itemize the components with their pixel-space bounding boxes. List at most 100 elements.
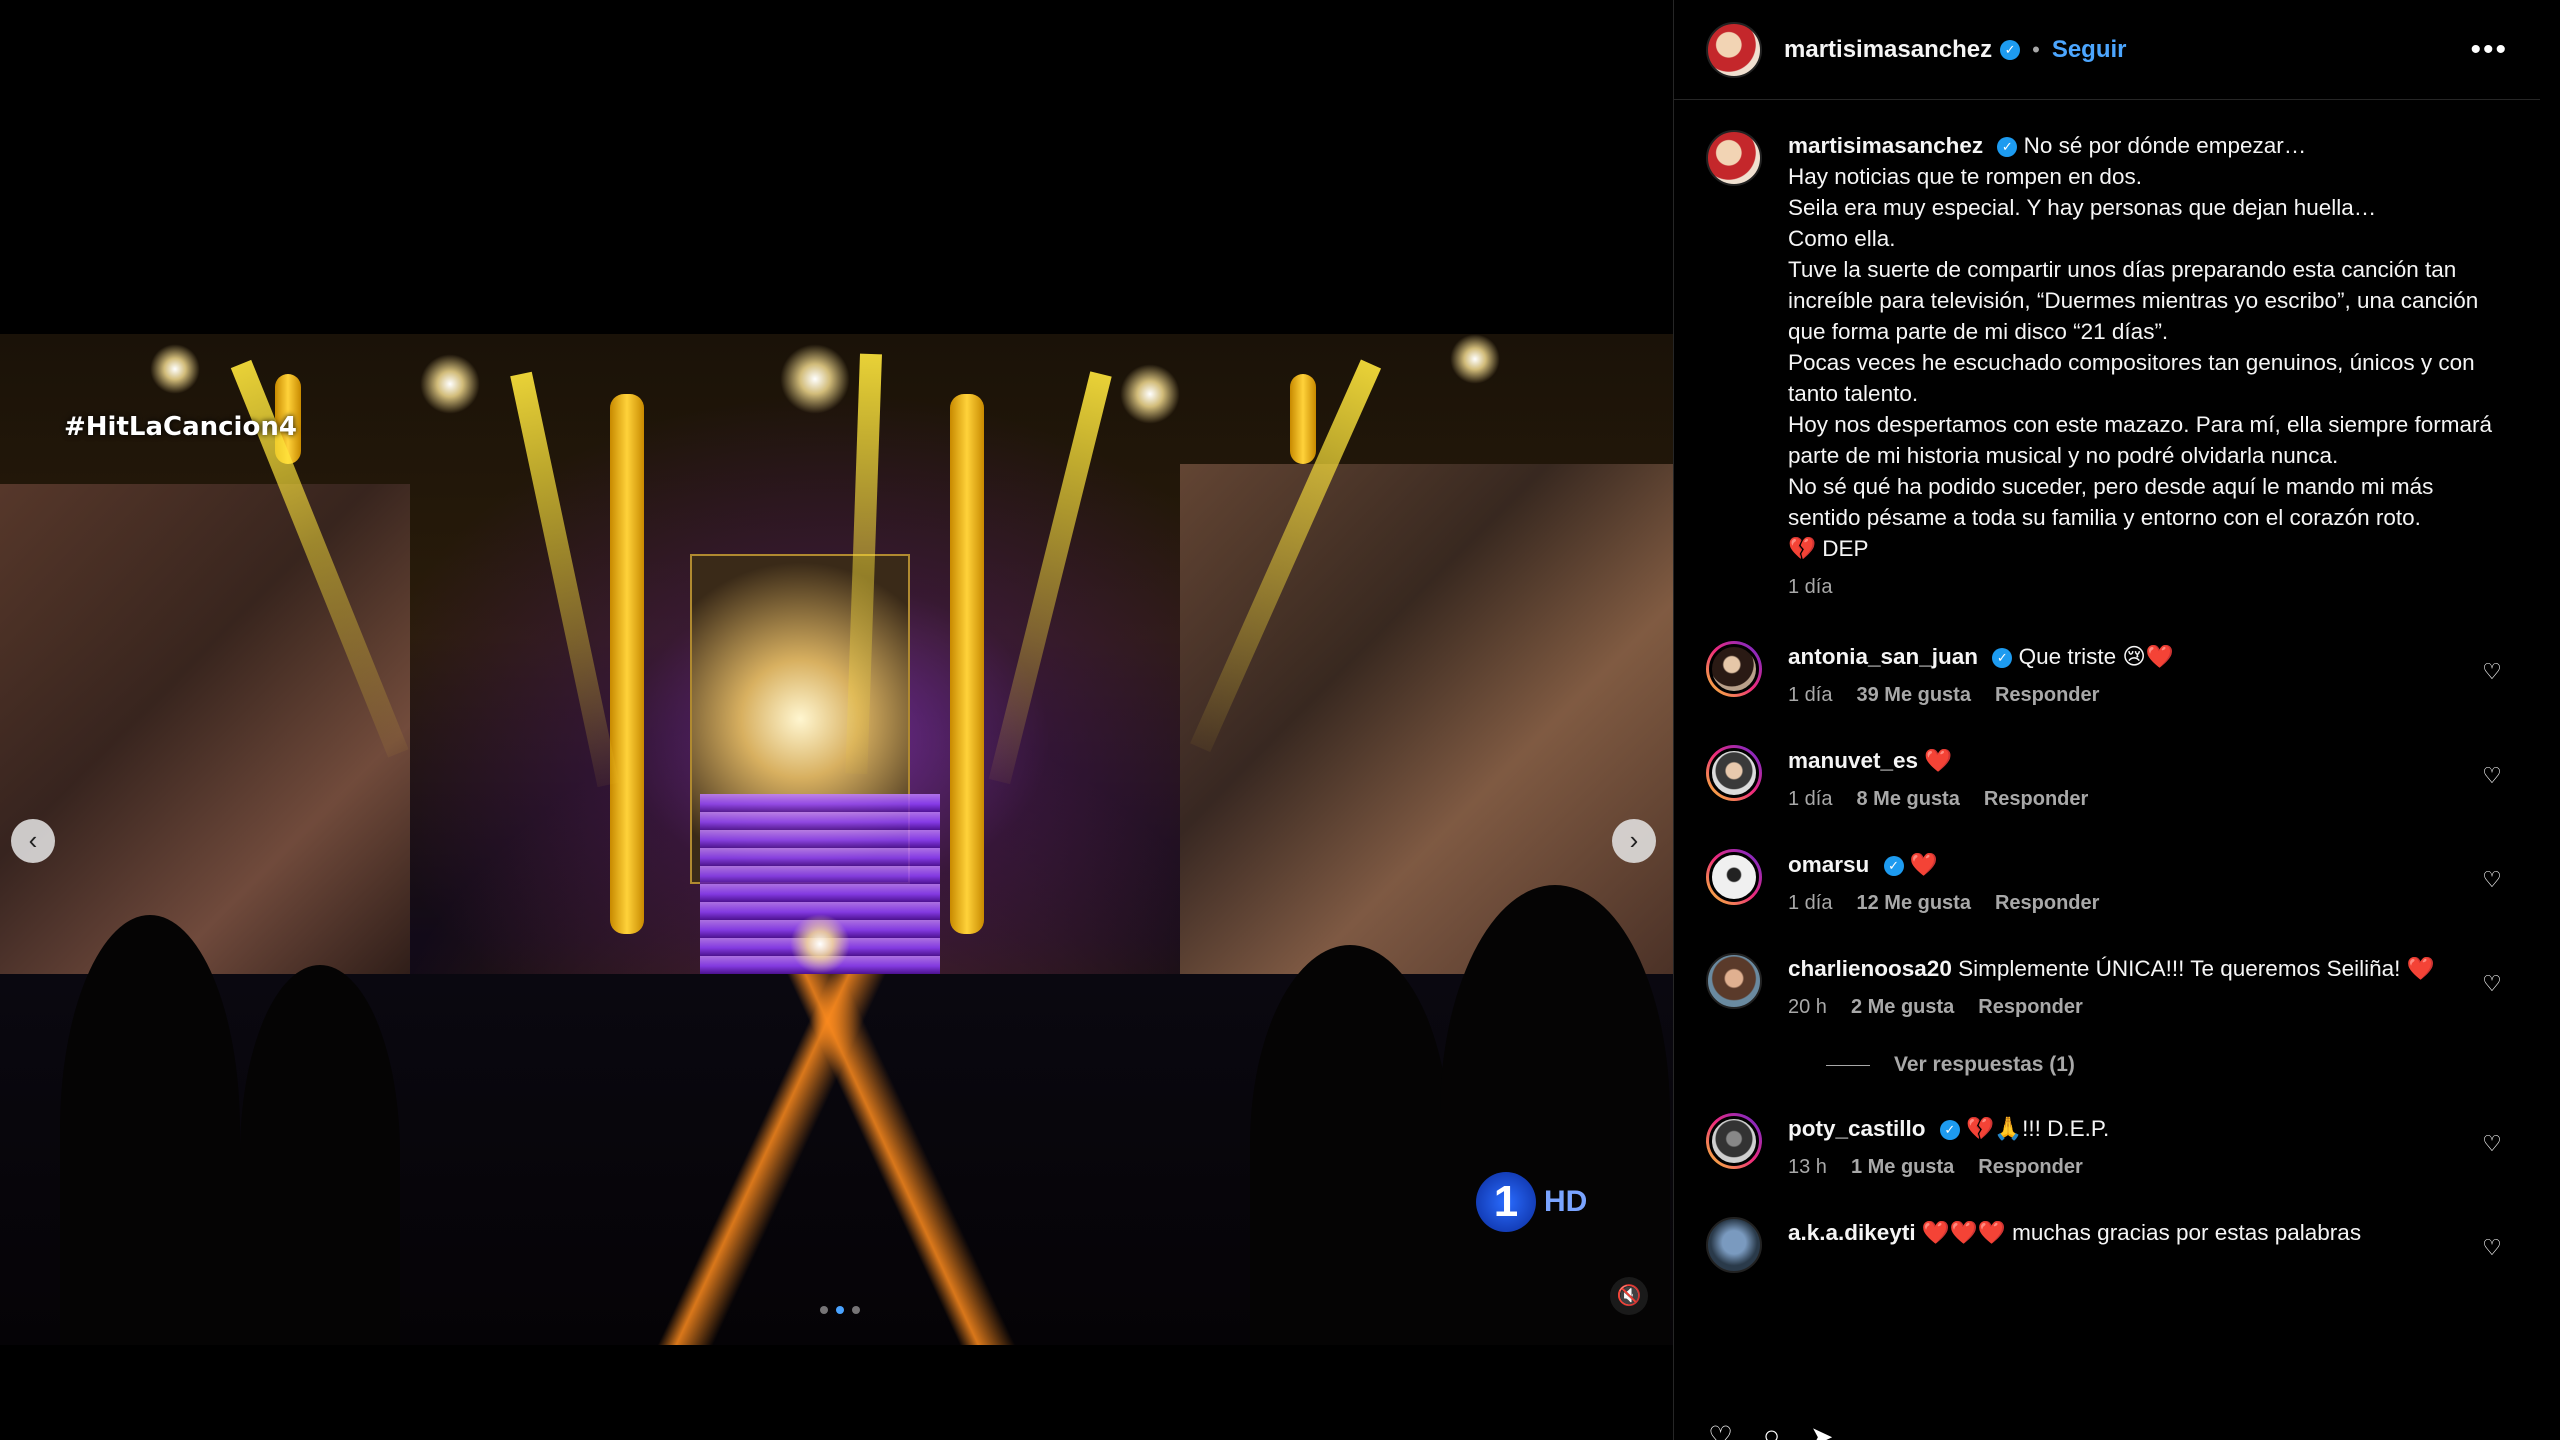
chevron-left-icon: ‹: [28, 825, 38, 855]
stage-pillar: [1290, 374, 1316, 464]
mute-button[interactable]: 🔇: [1610, 1277, 1648, 1315]
stage-screen-left: [0, 484, 410, 1004]
caption-text: No sé por dónde empezar… Hay noticias qu…: [1788, 133, 2493, 561]
comment-text: ❤️❤️❤️ muchas gracias por estas palabras: [1921, 1220, 2362, 1245]
comment-likes[interactable]: 12 Me gusta: [1856, 888, 1970, 919]
like-icon[interactable]: ♡: [1708, 1420, 1733, 1440]
crowd-silhouette: [1440, 885, 1670, 1345]
comment-text: 💔🙏!!! D.E.P.: [1966, 1116, 2110, 1141]
comment-username[interactable]: manuvet_es: [1788, 748, 1918, 773]
follow-button[interactable]: Seguir: [2052, 36, 2127, 64]
comment-time[interactable]: 1 día: [1788, 784, 1832, 815]
comment-time[interactable]: 13 h: [1788, 1152, 1827, 1183]
header-username[interactable]: martisimasanchez: [1784, 36, 1992, 64]
comment-text: Simplemente ÚNICA!!! Te queremos Seiliña…: [1958, 956, 2435, 981]
view-replies-button[interactable]: Ver respuestas (1): [1826, 1053, 2509, 1077]
like-heart-icon[interactable]: ♡: [2475, 641, 2509, 711]
comment-row: omarsu ✓ ❤️ 1 día 12 Me gusta Responder …: [1706, 849, 2509, 919]
stage-pillar: [610, 394, 644, 934]
comment-username[interactable]: antonia_san_juan: [1788, 644, 1978, 669]
comment-time[interactable]: 1 día: [1788, 888, 1832, 919]
view-replies-label: Ver respuestas (1): [1894, 1053, 2075, 1076]
comment-row: manuvet_es ❤️ 1 día 8 Me gusta Responder…: [1706, 745, 2509, 815]
reply-button[interactable]: Responder: [1984, 784, 2088, 815]
reply-button[interactable]: Responder: [1978, 992, 2082, 1023]
light-beam: [988, 371, 1112, 785]
carousel-prev-button[interactable]: ‹: [11, 819, 55, 863]
comment-username[interactable]: a.k.a.dikeyti: [1788, 1220, 1916, 1245]
caption-username[interactable]: martisimasanchez: [1788, 133, 1983, 158]
comment-time[interactable]: 1 día: [1788, 680, 1832, 711]
video-player[interactable]: #HitLaCancion4 ‹ › 1 HD 🔇: [0, 334, 1673, 1345]
channel-logo: 1 HD: [1476, 1172, 1587, 1232]
light-beam: [510, 371, 620, 788]
chevron-right-icon: ›: [1629, 825, 1639, 855]
stage-pillar: [950, 394, 984, 934]
comment-icon[interactable]: ○: [1763, 1420, 1780, 1440]
share-icon[interactable]: ➤: [1810, 1420, 1833, 1440]
carousel-dot: [852, 1306, 860, 1314]
like-heart-icon[interactable]: ♡: [2475, 1217, 2509, 1273]
verified-badge-icon: ✓: [2000, 39, 2021, 60]
comment-likes[interactable]: 8 Me gusta: [1856, 784, 1959, 815]
comment-row: charlienoosa20 Simplemente ÚNICA!!! Te q…: [1706, 953, 2509, 1023]
post-action-bar: ♡ ○ ➤: [1674, 1420, 2541, 1440]
carousel-dot: [820, 1306, 828, 1314]
stage-light: [1450, 334, 1500, 384]
avatar[interactable]: [1706, 1113, 1762, 1169]
comment-likes[interactable]: 1 Me gusta: [1851, 1152, 1954, 1183]
reply-button[interactable]: Responder: [1995, 888, 2099, 919]
like-heart-icon[interactable]: ♡: [2475, 745, 2509, 815]
comment-username[interactable]: omarsu: [1788, 852, 1869, 877]
verified-badge-icon: ✓: [1992, 648, 2013, 669]
channel-logo-number: 1: [1476, 1172, 1536, 1232]
caption-time[interactable]: 1 día: [1788, 572, 1832, 603]
post-side-pane: martisimasanchez ✓ • Seguir ••• martisim…: [1673, 0, 2540, 1440]
reply-button[interactable]: Responder: [1995, 680, 2099, 711]
avatar[interactable]: [1706, 21, 1762, 78]
like-heart-icon[interactable]: ♡: [2475, 953, 2509, 1023]
avatar[interactable]: [1706, 849, 1762, 905]
stage-light: [420, 354, 480, 414]
verified-badge-icon: ✓: [1939, 1120, 1960, 1141]
avatar[interactable]: [1706, 130, 1762, 186]
separator-dot: •: [2032, 36, 2040, 62]
stage-light: [790, 914, 850, 974]
reply-button[interactable]: Responder: [1978, 1152, 2082, 1183]
comment-text: ❤️: [1909, 852, 1938, 877]
verified-badge-icon: ✓: [1883, 856, 1904, 877]
avatar[interactable]: [1706, 745, 1762, 801]
post-header: martisimasanchez ✓ • Seguir •••: [1674, 0, 2540, 100]
post-caption: martisimasanchez ✓ No sé por dónde empez…: [1706, 130, 2509, 603]
comment-username[interactable]: poty_castillo: [1788, 1116, 1926, 1141]
comment-text: ❤️: [1924, 748, 1953, 773]
carousel-dots: [820, 1306, 860, 1314]
comment-row: poty_castillo ✓ 💔🙏!!! D.E.P. 13 h 1 Me g…: [1706, 1113, 2509, 1183]
crowd-silhouette: [240, 965, 400, 1345]
carousel-next-button[interactable]: ›: [1612, 819, 1656, 863]
comment-username[interactable]: charlienoosa20: [1788, 956, 1952, 981]
comment-time[interactable]: 20 h: [1788, 992, 1827, 1023]
like-heart-icon[interactable]: ♡: [2475, 1113, 2509, 1183]
channel-logo-hd: HD: [1544, 1185, 1588, 1218]
comment-text: Que triste 😢❤️: [2018, 644, 2174, 669]
comment-likes[interactable]: 39 Me gusta: [1856, 680, 1970, 711]
comment-likes[interactable]: 2 Me gusta: [1851, 992, 1954, 1023]
avatar[interactable]: [1706, 953, 1762, 1009]
mute-icon: 🔇: [1616, 1285, 1642, 1307]
crowd-silhouette: [1250, 945, 1450, 1345]
avatar[interactable]: [1706, 1217, 1762, 1273]
media-pane: #HitLaCancion4 ‹ › 1 HD 🔇: [0, 0, 1673, 1440]
like-heart-icon[interactable]: ♡: [2475, 849, 2509, 919]
verified-badge-icon: ✓: [1997, 137, 2018, 158]
comments-area: martisimasanchez ✓ No sé por dónde empez…: [1674, 100, 2541, 1400]
stage-light: [1120, 364, 1180, 424]
avatar[interactable]: [1706, 641, 1762, 697]
stage-light: [780, 344, 850, 414]
crowd-silhouette: [60, 915, 240, 1345]
video-hashtag: #HitLaCancion4: [64, 412, 297, 442]
carousel-dot: [836, 1306, 844, 1314]
more-options-icon[interactable]: •••: [2470, 33, 2508, 67]
stage-light: [150, 344, 200, 394]
replies-divider: [1826, 1064, 1870, 1066]
